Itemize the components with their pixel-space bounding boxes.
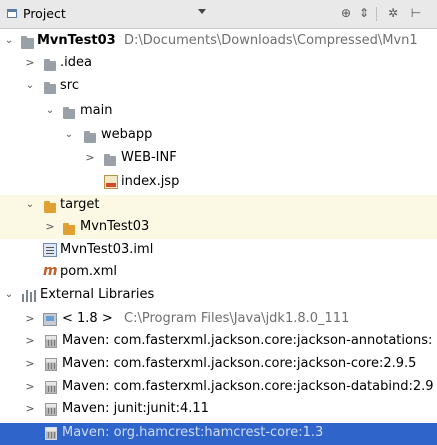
tree-label: index.jsp [121, 174, 180, 189]
chevron-right-icon[interactable]: > [84, 151, 96, 165]
folder-icon [104, 154, 116, 166]
tree-row-jdk[interactable]: > < 1.8 > C:\Program Files\Java\jdk1.8.0… [0, 309, 437, 331]
tree-row-idea[interactable]: > .idea [0, 53, 437, 75]
tree-label: MvnTest03 [37, 33, 116, 48]
view-selector-label[interactable]: Project [23, 6, 66, 21]
tree-label: target [60, 197, 100, 212]
tree-label: WEB-INF [121, 150, 177, 165]
folder-icon [44, 82, 56, 94]
maven-icon: m [43, 263, 58, 279]
tree-label: .idea [60, 55, 92, 70]
tree-label: pom.xml [60, 264, 117, 279]
tree-row-web-inf[interactable]: > WEB-INF [0, 148, 437, 170]
tree-row-project-root[interactable]: ⌄ MvnTest03 D:\Documents\Downloads\Compr… [0, 31, 437, 53]
chevron-down-icon[interactable]: ⌄ [44, 104, 56, 118]
chevron-right-icon[interactable]: > [24, 402, 36, 416]
project-tool-window-header: Project ⊕ ⇕ ✲ ⊢ [0, 0, 437, 29]
excluded-folder-icon [63, 223, 75, 235]
chevron-down-icon[interactable] [198, 9, 206, 14]
folder-icon [63, 107, 75, 119]
tree-label: MvnTest03.iml [60, 242, 154, 257]
chevron-down-icon[interactable]: ⌄ [3, 34, 15, 48]
tree-row-target[interactable]: ⌄ target [0, 195, 437, 217]
gear-icon[interactable]: ✲ [386, 6, 400, 20]
jar-icon [45, 358, 57, 371]
tree-row-pom[interactable]: m pom.xml [0, 262, 437, 284]
tree-label: Maven: junit:junit:4.11 [62, 401, 209, 416]
tree-label: < 1.8 > [62, 311, 113, 326]
tree-row-maven-lib-selected[interactable]: Maven: org.hamcrest:hamcrest-core:1.3 [0, 423, 437, 445]
split-icon[interactable]: ⇕ [357, 6, 371, 20]
toolbar-separator [376, 7, 377, 21]
tree-label: src [60, 78, 79, 93]
tree-label: MvnTest03 [80, 219, 150, 234]
chevron-right-icon[interactable]: > [24, 357, 36, 371]
tree-row-main[interactable]: ⌄ main [0, 101, 437, 123]
tree-row-maven-lib[interactable]: > Maven: com.fasterxml.jackson.core:jack… [0, 331, 437, 353]
tree-label: main [80, 103, 113, 118]
tree-label: Maven: com.fasterxml.jackson.core:jackso… [62, 333, 433, 348]
chevron-down-icon[interactable]: ⌄ [24, 198, 36, 212]
tree-row-iml[interactable]: MvnTest03.iml [0, 240, 437, 262]
tree-label: Maven: com.fasterxml.jackson.core:jackso… [62, 356, 417, 371]
tree-label: Maven: com.fasterxml.jackson.core:jackso… [62, 379, 434, 394]
tree-row-src[interactable]: ⌄ src [0, 76, 437, 98]
tree-row-maven-lib[interactable]: > Maven: junit:junit:4.11 [0, 399, 437, 421]
tree-path: D:\Documents\Downloads\Compressed\Mvn1 [124, 33, 418, 48]
folder-icon [44, 59, 56, 71]
tree-label: External Libraries [40, 287, 155, 302]
tree-row-maven-lib[interactable]: > Maven: com.fasterxml.jackson.core:jack… [0, 354, 437, 376]
chevron-down-icon[interactable]: ⌄ [3, 288, 15, 302]
tree-path: C:\Program Files\Java\jdk1.8.0_111 [124, 311, 350, 326]
module-file-icon [43, 243, 57, 257]
jsp-file-icon [104, 175, 118, 189]
chevron-right-icon[interactable]: > [24, 56, 36, 70]
tree-row-webapp[interactable]: ⌄ webapp [0, 125, 437, 147]
chevron-right-icon[interactable]: > [24, 380, 36, 394]
target-icon[interactable]: ⊕ [339, 6, 353, 20]
chevron-right-icon[interactable]: > [24, 312, 36, 326]
library-icon [22, 290, 36, 302]
jar-icon [45, 335, 57, 348]
chevron-down-icon[interactable]: ⌄ [24, 79, 36, 93]
tree-row-index-jsp[interactable]: index.jsp [0, 172, 437, 194]
hide-icon[interactable]: ⊢ [409, 6, 423, 20]
project-view-icon [7, 9, 17, 18]
tree-row-external-libraries[interactable]: ⌄ External Libraries [0, 285, 437, 307]
chevron-down-icon[interactable]: ⌄ [63, 128, 75, 142]
tree-label: webapp [101, 127, 153, 142]
module-folder-icon [21, 36, 34, 49]
excluded-folder-icon [44, 201, 56, 213]
tree-row-maven-lib[interactable]: > Maven: com.fasterxml.jackson.core:jack… [0, 377, 437, 399]
web-folder-icon [84, 131, 96, 143]
chevron-right-icon[interactable]: > [44, 220, 56, 234]
jar-icon [45, 381, 57, 394]
sdk-icon [43, 313, 57, 326]
tree-label: Maven: org.hamcrest:hamcrest-core:1.3 [62, 425, 324, 440]
tree-row-target-mvntest03[interactable]: > MvnTest03 [0, 217, 437, 239]
jar-icon [45, 403, 57, 416]
jar-icon [45, 427, 57, 440]
chevron-right-icon[interactable]: > [24, 334, 36, 348]
